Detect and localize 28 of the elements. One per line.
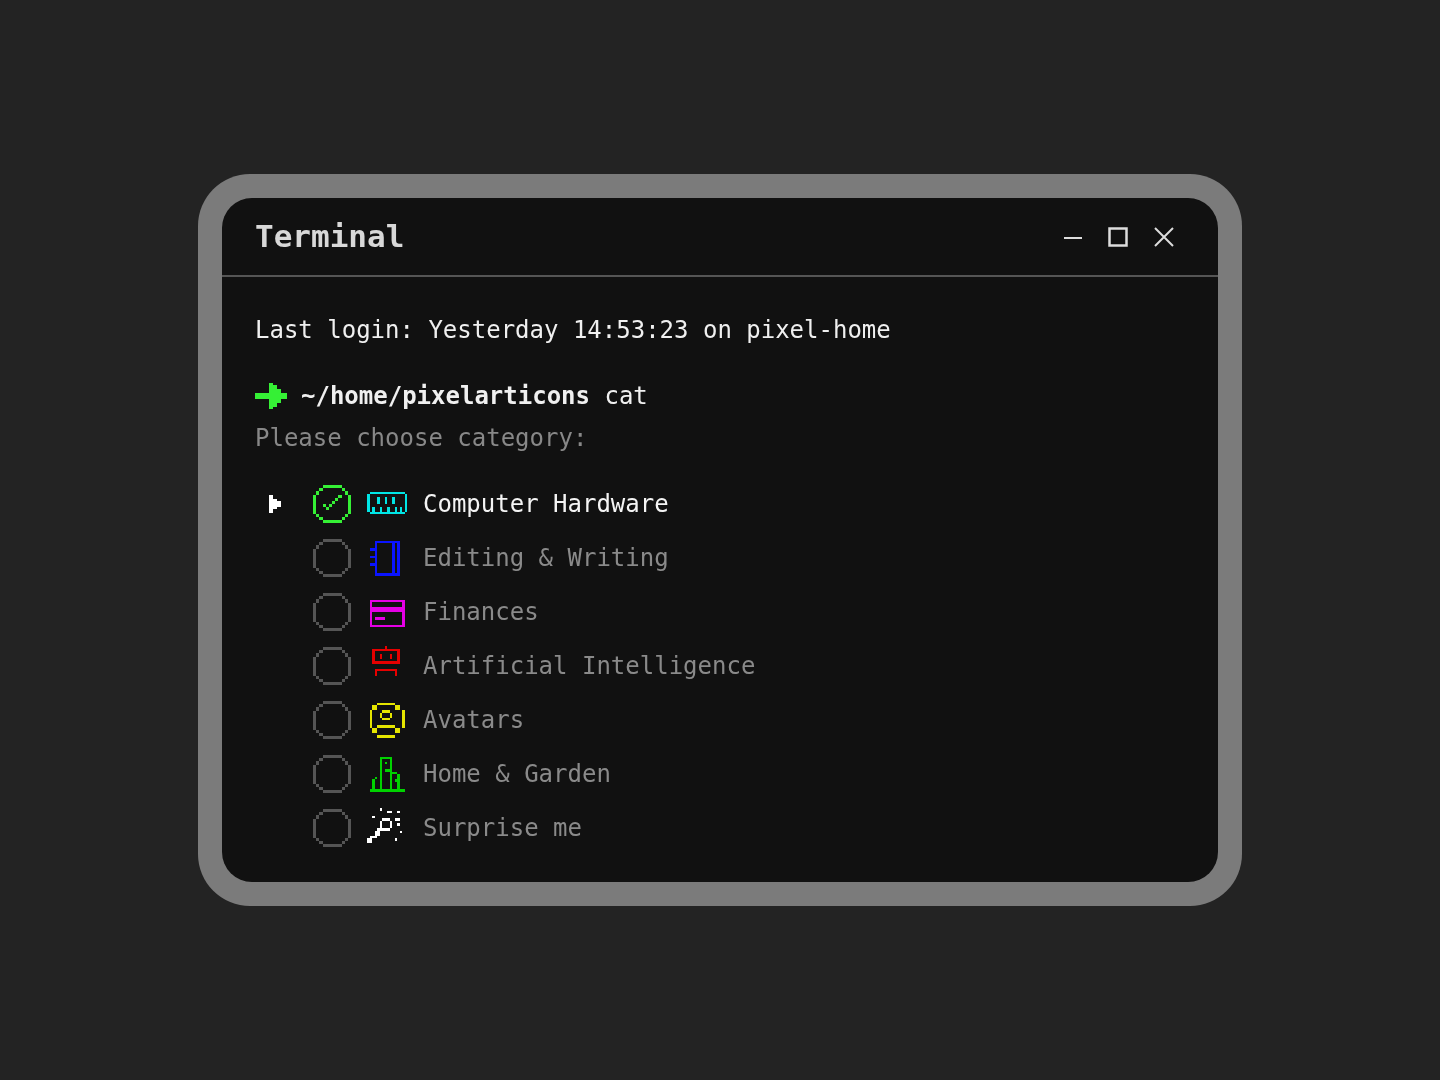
- option-row[interactable]: Surprise me: [255, 801, 1218, 855]
- checkbox[interactable]: [313, 539, 351, 577]
- question-text: Please choose category:: [255, 423, 589, 454]
- checkbox[interactable]: [313, 485, 351, 523]
- option-label: Editing & Writing: [423, 543, 669, 573]
- arrow-right-icon: [255, 383, 287, 409]
- option-label: Artificial Intelligence: [423, 651, 756, 681]
- option-row[interactable]: Finances: [255, 585, 1218, 639]
- checkbox[interactable]: [313, 701, 351, 739]
- option-label: Computer Hardware: [423, 489, 669, 519]
- checkbox[interactable]: [313, 593, 351, 631]
- login-message: Last login: Yesterday 14:53:23 on pixel-home: [255, 315, 892, 346]
- option-label: Avatars: [423, 705, 525, 735]
- option-label: Surprise me: [423, 813, 582, 843]
- option-row[interactable]: Editing & Writing: [255, 531, 1218, 585]
- option-row[interactable]: Artificial Intelligence: [255, 639, 1218, 693]
- option-row[interactable]: Home & Garden: [255, 747, 1218, 801]
- prompt-command: ~/home/pixelarticons cat: [301, 381, 648, 411]
- window-title: Terminal: [255, 217, 405, 257]
- checkbox[interactable]: [313, 809, 351, 847]
- checkbox[interactable]: [313, 647, 351, 685]
- close-icon[interactable]: [1154, 226, 1174, 247]
- option-row[interactable]: Avatars: [255, 693, 1218, 747]
- option-row[interactable]: Computer Hardware: [255, 477, 1218, 531]
- maximize-icon[interactable]: [1108, 226, 1128, 247]
- checkbox[interactable]: [313, 755, 351, 793]
- option-label: Finances: [423, 597, 539, 627]
- option-label: Home & Garden: [423, 759, 611, 789]
